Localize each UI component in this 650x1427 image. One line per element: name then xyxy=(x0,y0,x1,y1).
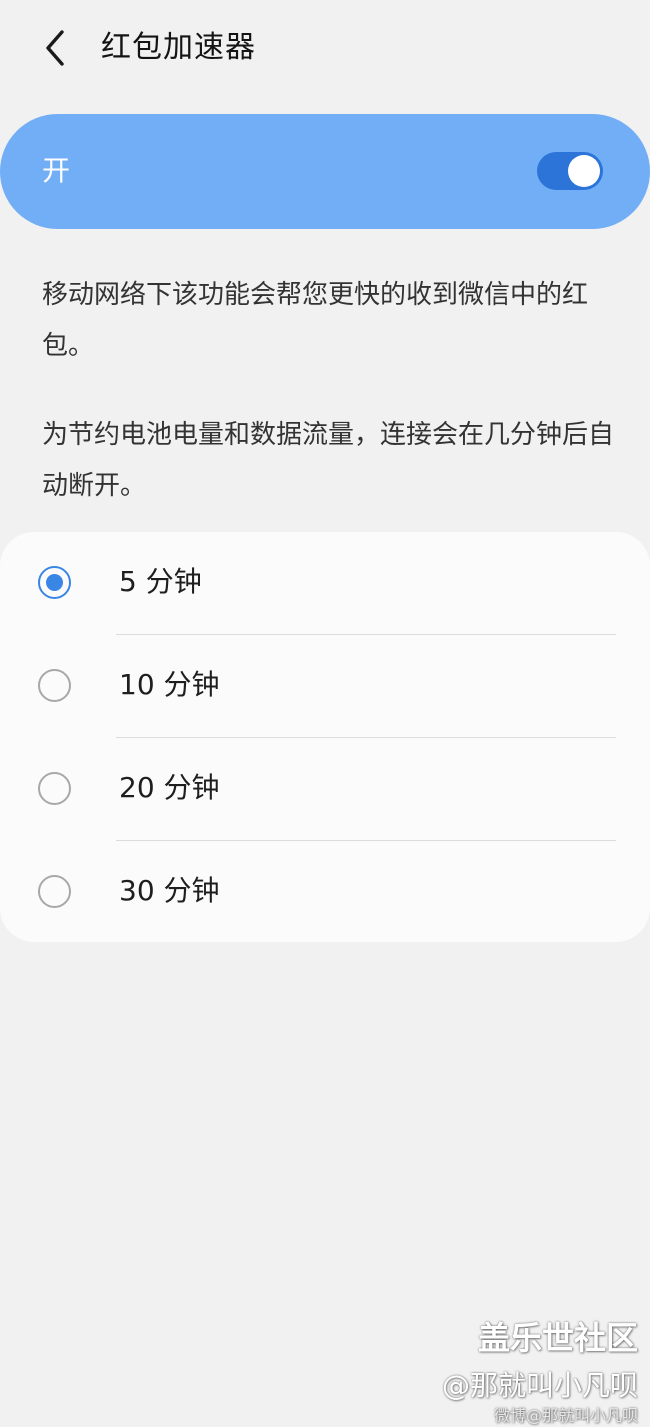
master-switch-label: 开 xyxy=(42,154,71,187)
option-label: 10 分钟 xyxy=(119,668,220,701)
radio-unchecked-icon[interactable] xyxy=(38,669,71,702)
radio-checked-icon[interactable] xyxy=(38,566,71,599)
option-label: 20 分钟 xyxy=(119,771,220,804)
duration-options-card: 5 分钟 10 分钟 20 分钟 30 分钟 xyxy=(0,532,650,942)
option-10-minutes[interactable]: 10 分钟 xyxy=(0,635,650,739)
battery-note: 为节约电池电量和数据流量，连接会在几分钟后自动断开。 xyxy=(42,420,615,501)
toggle-switch[interactable] xyxy=(537,152,603,190)
option-20-minutes[interactable]: 20 分钟 xyxy=(0,738,650,842)
radio-dot xyxy=(46,574,63,591)
community-watermark: 盖乐世社区 xyxy=(477,1319,638,1357)
master-switch-row[interactable]: 开 xyxy=(0,114,650,229)
chevron-left-icon xyxy=(46,30,64,66)
option-30-minutes[interactable]: 30 分钟 xyxy=(0,841,650,945)
author-watermark: @那就叫小凡呗 xyxy=(441,1369,638,1402)
option-label: 5 分钟 xyxy=(119,565,202,598)
radio-unchecked-icon[interactable] xyxy=(38,772,71,805)
radio-unchecked-icon[interactable] xyxy=(38,875,71,908)
option-5-minutes[interactable]: 5 分钟 xyxy=(0,532,650,636)
toggle-knob xyxy=(568,155,600,187)
back-button[interactable] xyxy=(30,22,82,74)
feature-description: 移动网络下该功能会帮您更快的收到微信中的红包。 xyxy=(42,280,589,361)
page-title: 红包加速器 xyxy=(101,30,256,65)
app-header: 红包加速器 xyxy=(0,0,650,100)
weibo-watermark: 微博@那就叫小凡呗 xyxy=(493,1406,638,1425)
option-label: 30 分钟 xyxy=(119,874,220,907)
